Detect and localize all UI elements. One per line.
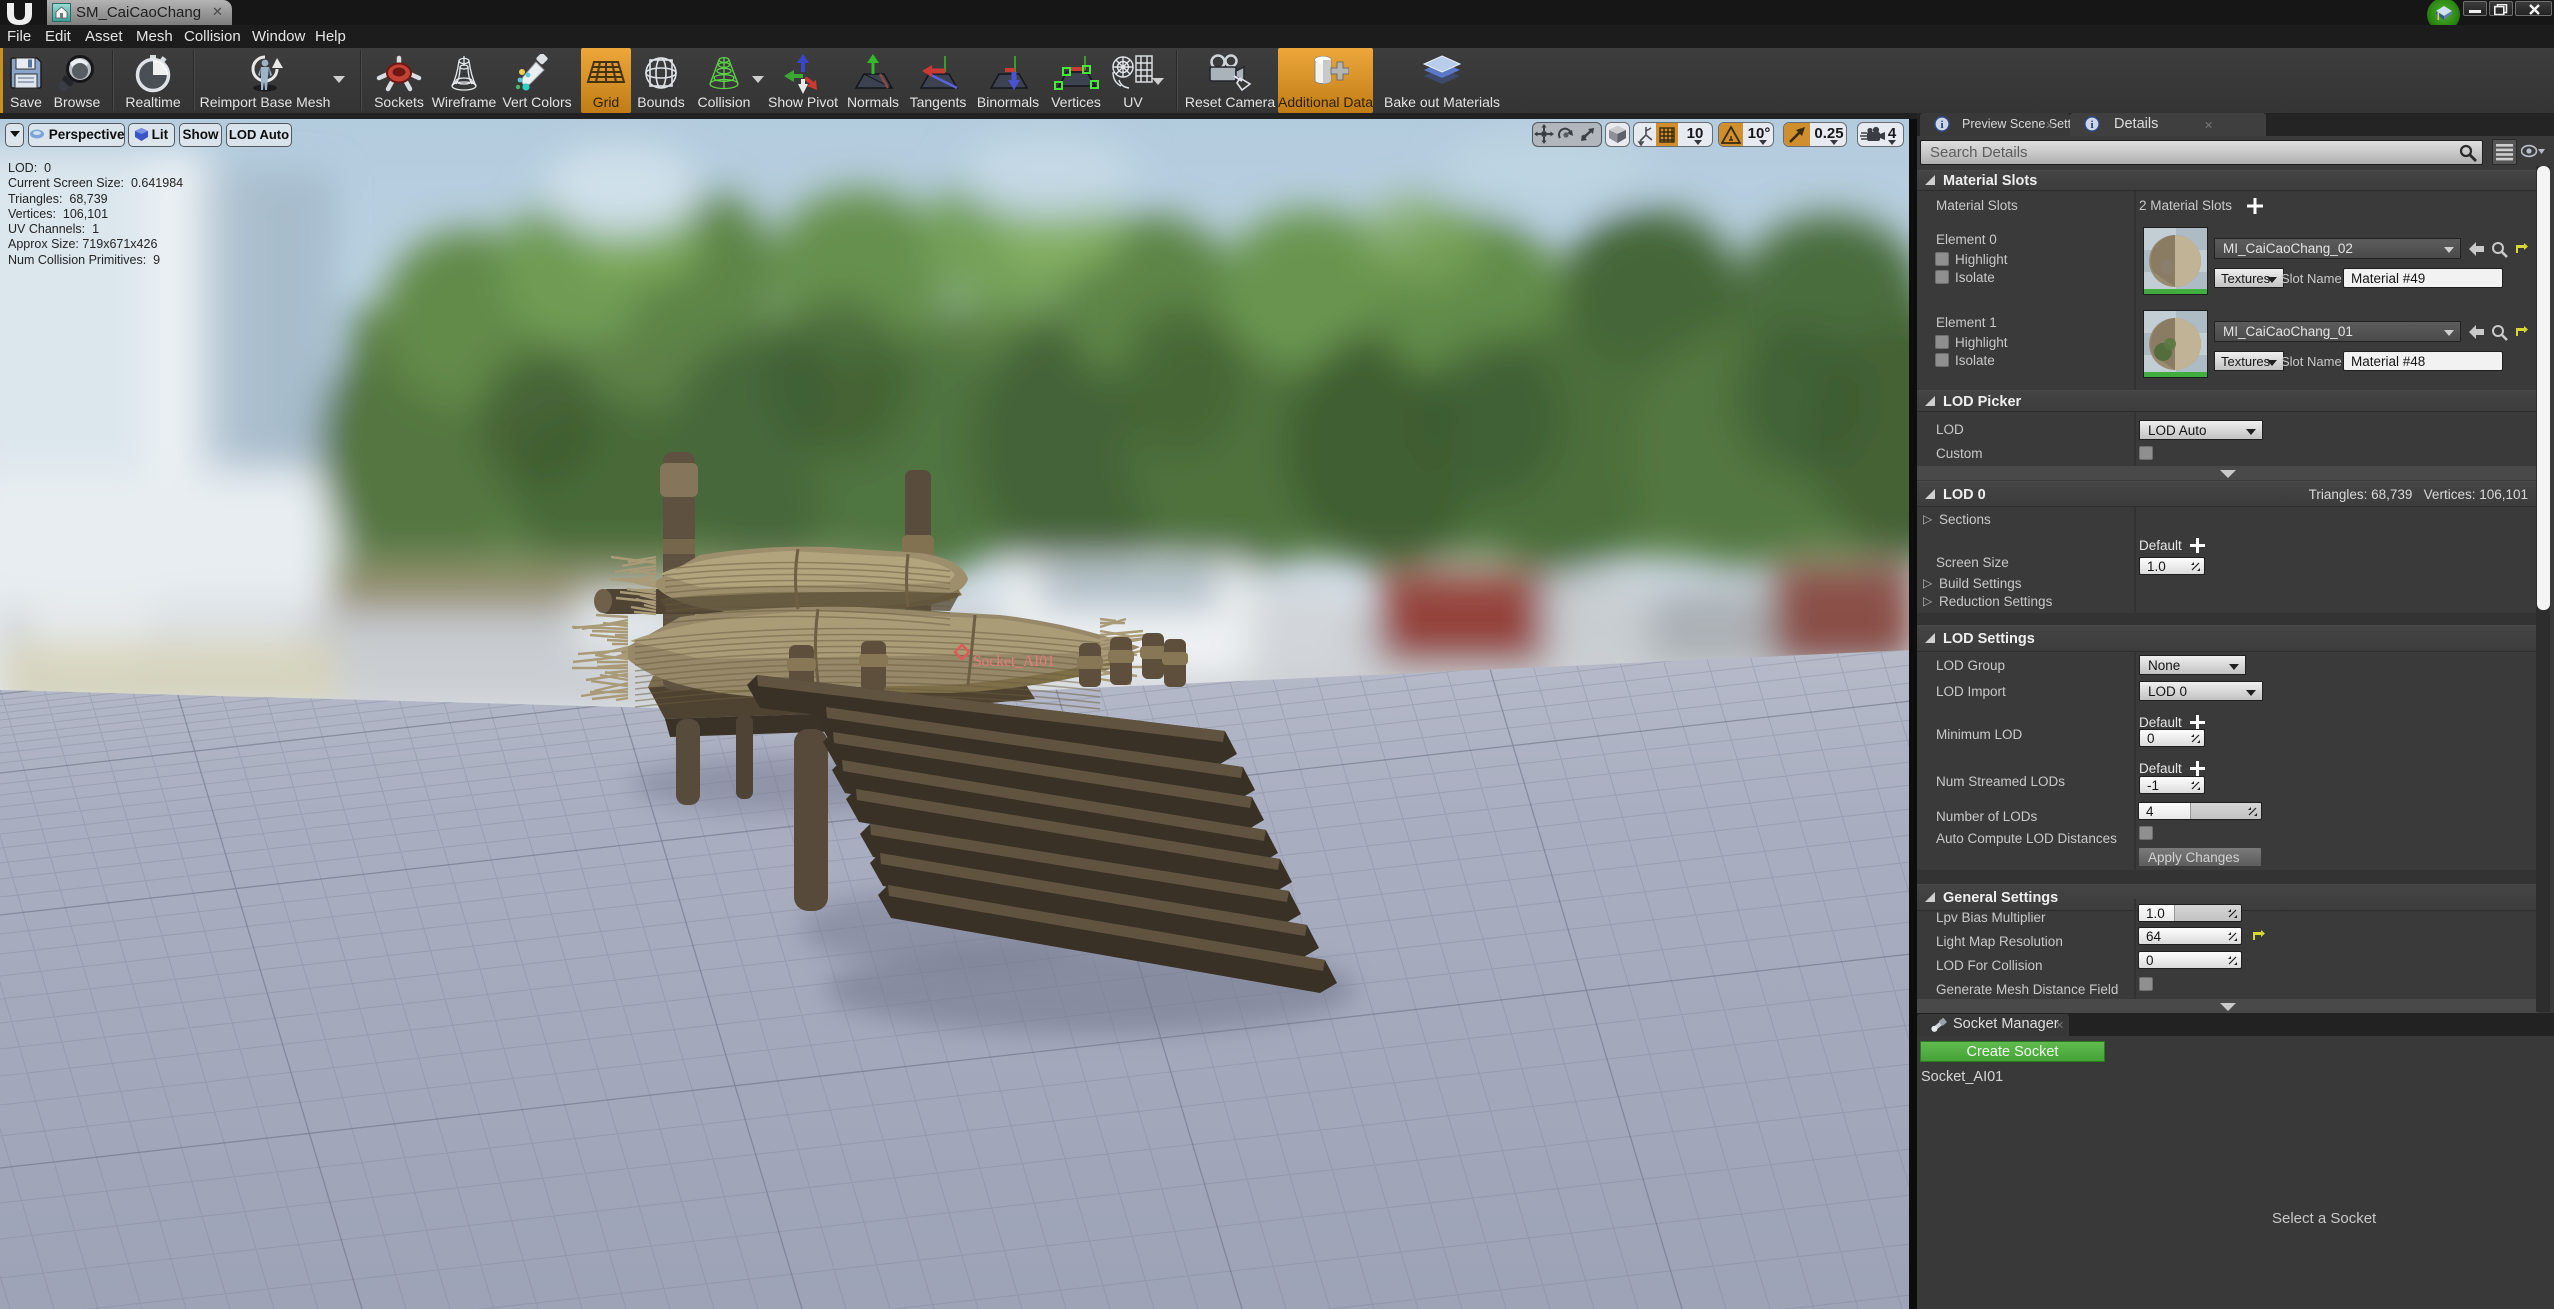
svg-text:Socket_AI01: Socket_AI01 — [973, 653, 1055, 670]
svg-text:i: i — [1940, 119, 1943, 131]
svg-text:i: i — [2090, 119, 2093, 131]
